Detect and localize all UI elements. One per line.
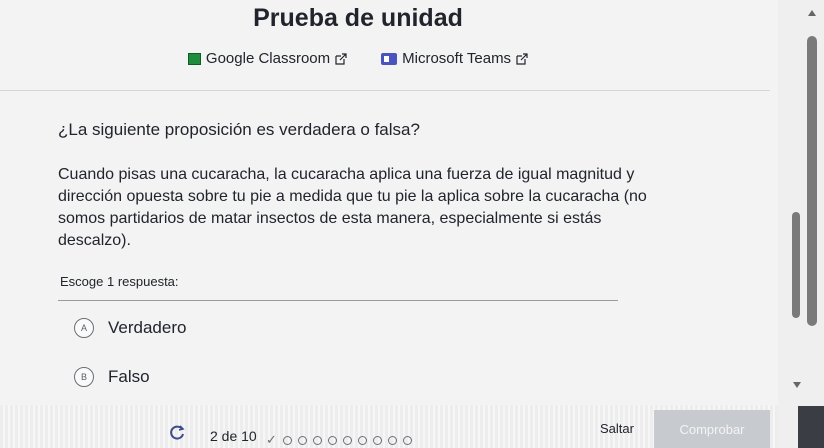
choice-b[interactable]: B Falso (74, 367, 150, 387)
progress-dot (282, 435, 292, 445)
external-link-icon (516, 52, 528, 65)
progress-dot (357, 435, 367, 445)
scroll-down-arrow-icon[interactable] (793, 382, 801, 388)
google-classroom-icon (187, 52, 201, 65)
choice-a[interactable]: A Verdadero (74, 318, 186, 338)
choices-divider (58, 300, 618, 301)
check-icon: ✓ (266, 432, 277, 447)
microsoft-teams-icon (381, 52, 398, 65)
progress-dot (402, 435, 412, 445)
external-link-icon (335, 52, 347, 65)
progress-dot (312, 435, 322, 445)
page-title: Prueba de unidad (253, 4, 463, 32)
choice-label-b: Falso (108, 367, 150, 386)
progress-dot (342, 435, 352, 445)
progress-dot (327, 435, 337, 445)
refresh-icon[interactable] (168, 424, 186, 442)
choice-letter-a: A (74, 318, 94, 338)
check-answer-button[interactable]: Comprobar (654, 410, 770, 448)
question-prompt: ¿La siguiente proposición es verdadera o… (58, 120, 420, 139)
choose-label: Escoge 1 respuesta: (60, 274, 179, 289)
choice-label-a: Verdadero (108, 318, 187, 337)
window-edge (798, 406, 824, 448)
scroll-up-arrow-icon[interactable] (808, 10, 816, 16)
share-links: Google Classroom Microsoft Teams (0, 50, 716, 67)
microsoft-teams-label: Microsoft Teams (402, 50, 512, 67)
google-classroom-label: Google Classroom (205, 50, 331, 67)
progress-dot (387, 435, 397, 445)
header-divider (0, 90, 770, 91)
scrollbar-thumb[interactable] (807, 36, 817, 326)
progress-text: 2 de 10 (210, 428, 257, 444)
inner-scrollbar-thumb[interactable] (792, 212, 800, 318)
google-classroom-link[interactable]: Google Classroom (187, 50, 347, 67)
scrollbar-track[interactable] (778, 0, 824, 448)
question-body: Cuando pisas una cucaracha, la cucaracha… (58, 166, 647, 249)
progress-dots: ✓ (266, 432, 412, 448)
progress-dot (372, 435, 382, 445)
choice-letter-b: B (74, 367, 94, 387)
microsoft-teams-link[interactable]: Microsoft Teams (381, 50, 528, 67)
skip-button[interactable]: Saltar (592, 418, 642, 438)
progress-dot (297, 435, 307, 445)
